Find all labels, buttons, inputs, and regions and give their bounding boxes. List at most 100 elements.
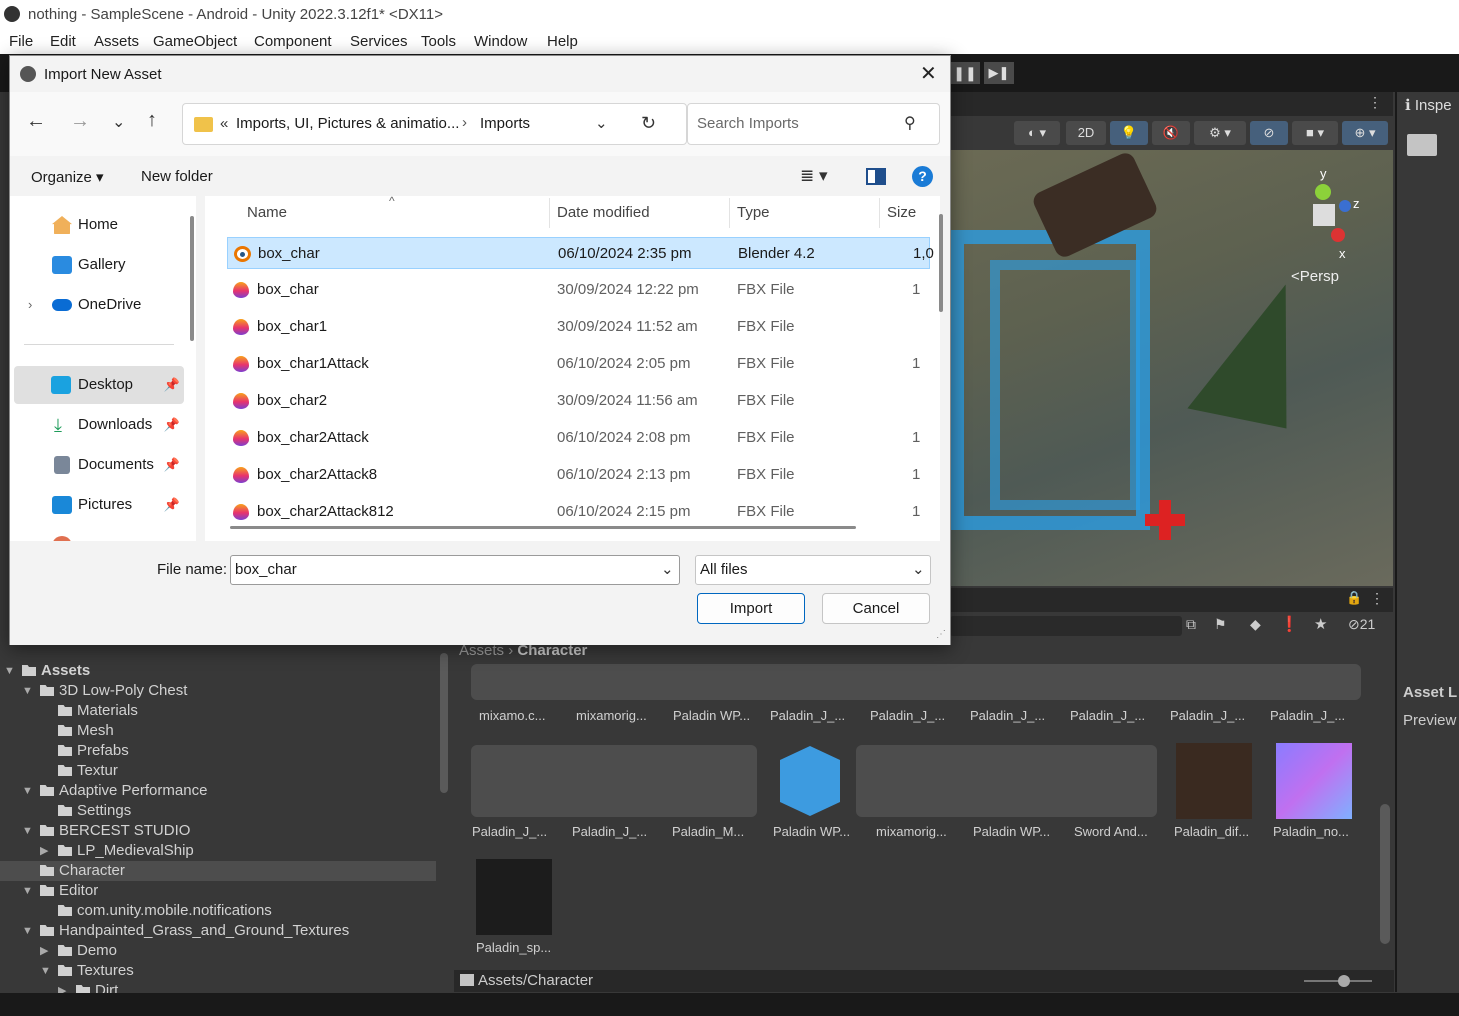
audio-toggle-icon[interactable]: 🔇 bbox=[1152, 121, 1190, 145]
grid-scrollbar-thumb[interactable] bbox=[1380, 804, 1390, 944]
file-row[interactable]: box_char 30/09/2024 12:22 pm FBX File 1 bbox=[227, 274, 930, 306]
inspector-tab[interactable]: ℹ Inspe bbox=[1405, 96, 1452, 114]
collapsed-arrow-icon[interactable]: ▶ bbox=[40, 841, 48, 861]
expanded-arrow-icon[interactable]: ▼ bbox=[22, 781, 33, 801]
view-options-icon[interactable]: ≣ ▾ bbox=[800, 166, 828, 186]
persp-label[interactable]: <Persp bbox=[1291, 268, 1339, 285]
menu-help[interactable]: Help bbox=[547, 33, 578, 50]
asset-item-label[interactable]: Paladin WP... bbox=[673, 708, 750, 723]
menu-tools[interactable]: Tools bbox=[421, 33, 456, 50]
lighting-toggle-icon[interactable]: 💡 bbox=[1110, 121, 1148, 145]
nav-item-home[interactable]: Home bbox=[10, 206, 184, 244]
file-row[interactable]: box_char2 30/09/2024 11:56 am FBX File bbox=[227, 385, 930, 417]
asset-item-label[interactable]: Paladin_J_... bbox=[1270, 708, 1345, 723]
project-search-input[interactable] bbox=[950, 616, 1182, 636]
expanded-arrow-icon[interactable]: ▼ bbox=[4, 661, 15, 681]
preview-header[interactable]: Preview bbox=[1403, 712, 1456, 729]
asset-item-label[interactable]: Paladin WP... bbox=[973, 824, 1050, 839]
menu-file[interactable]: File bbox=[9, 33, 33, 50]
asset-item-label[interactable]: Paladin_sp... bbox=[476, 940, 551, 955]
pin-icon[interactable]: 📌 bbox=[164, 406, 180, 444]
shading-mode-button[interactable]: ◐ ▾ bbox=[1014, 121, 1060, 145]
cancel-button[interactable]: Cancel bbox=[822, 593, 930, 624]
nav-item-onedrive[interactable]: › OneDrive bbox=[10, 286, 184, 324]
address-parent[interactable]: Imports, UI, Pictures & animatio... bbox=[236, 115, 459, 132]
folder-tree-item[interactable]: Character bbox=[0, 861, 436, 881]
hidden-packages-toggle[interactable]: ⊘21 bbox=[1348, 616, 1375, 633]
asset-item-label[interactable]: Paladin WP... bbox=[773, 824, 850, 839]
menu-gameobject[interactable]: GameObject bbox=[153, 33, 237, 50]
new-folder-button[interactable]: New folder bbox=[141, 168, 213, 185]
asset-item-label[interactable]: Paladin_J_... bbox=[770, 708, 845, 723]
asset-item-label[interactable]: Sword And... bbox=[1074, 824, 1148, 839]
pin-icon[interactable]: 📌 bbox=[164, 366, 180, 404]
asset-item-label[interactable]: Paladin_no... bbox=[1273, 824, 1349, 839]
step-button[interactable]: ▶❚ bbox=[984, 62, 1014, 84]
favorite-star-icon[interactable]: ★ bbox=[1314, 615, 1327, 633]
menu-component[interactable]: Component bbox=[254, 33, 332, 50]
slider-thumb[interactable] bbox=[1338, 975, 1350, 987]
project-more-icon[interactable]: ⋮ bbox=[1370, 590, 1384, 607]
expanded-arrow-icon[interactable]: ▼ bbox=[22, 681, 33, 701]
gizmos-toggle-icon[interactable]: ⊕ ▾ bbox=[1342, 121, 1388, 145]
asset-item-label[interactable]: Paladin_M... bbox=[672, 824, 744, 839]
expanded-arrow-icon[interactable]: ▼ bbox=[22, 921, 33, 941]
address-current[interactable]: Imports bbox=[480, 115, 530, 132]
asset-labels-header[interactable]: Asset L bbox=[1403, 684, 1457, 701]
search-icon[interactable]: ⚲ bbox=[904, 113, 916, 133]
warning-icon[interactable]: ❗ bbox=[1280, 615, 1299, 633]
file-row[interactable]: box_char 06/10/2024 2:35 pm Blender 4.2 1,0 bbox=[227, 237, 934, 269]
collapsed-arrow-icon[interactable]: ▶ bbox=[40, 941, 48, 961]
back-arrow-icon[interactable]: ← bbox=[26, 110, 46, 133]
up-arrow-icon[interactable]: ↑ bbox=[147, 109, 157, 132]
import-button[interactable]: Import bbox=[697, 593, 805, 624]
asset-item-label[interactable]: Paladin_J_... bbox=[472, 824, 547, 839]
file-name-dropdown-chevron-icon[interactable]: ⌄ bbox=[661, 560, 674, 578]
address-overflow[interactable]: « bbox=[220, 115, 228, 132]
file-type-chevron-icon[interactable]: ⌄ bbox=[912, 560, 925, 578]
file-row[interactable]: box_char2Attack 06/10/2024 2:08 pm FBX Fil… bbox=[227, 422, 930, 454]
search-input[interactable]: Search Imports ⚲ bbox=[687, 103, 940, 145]
column-type[interactable]: Type bbox=[737, 196, 770, 230]
folder-tree-scrollbar[interactable] bbox=[438, 645, 450, 990]
nav-item-pictures[interactable]: Pictures 📌 bbox=[10, 486, 184, 524]
help-icon[interactable]: ? bbox=[912, 166, 933, 187]
menu-window[interactable]: Window bbox=[474, 33, 527, 50]
asset-item-label[interactable]: Paladin_dif... bbox=[1174, 824, 1249, 839]
file-row[interactable]: box_char1Attack 06/10/2024 2:05 pm FBX Fil… bbox=[227, 348, 930, 380]
column-date-modified[interactable]: Date modified bbox=[557, 196, 650, 230]
resize-grip-icon[interactable]: ⋰ bbox=[936, 629, 946, 640]
pause-button[interactable]: ❚❚ bbox=[950, 62, 980, 84]
file-row[interactable]: box_char2Attack8 06/10/2024 2:13 pm FBX Fi… bbox=[227, 459, 930, 491]
asset-item-label[interactable]: Paladin_J_... bbox=[870, 708, 945, 723]
nav-scrollbar[interactable] bbox=[190, 216, 194, 341]
effects-toggle-icon[interactable]: ⚙ ▾ bbox=[1194, 121, 1246, 145]
menu-edit[interactable]: Edit bbox=[50, 33, 76, 50]
camera-settings-icon[interactable]: ■ ▾ bbox=[1292, 121, 1338, 145]
close-icon[interactable]: ✕ bbox=[920, 61, 937, 86]
expanded-arrow-icon[interactable]: ▼ bbox=[22, 881, 33, 901]
pin-icon[interactable]: 📌 bbox=[164, 446, 180, 484]
file-type-select[interactable]: All files ⌄ bbox=[695, 555, 931, 585]
refresh-icon[interactable]: ↻ bbox=[641, 113, 656, 134]
expand-chevron-icon[interactable]: › bbox=[28, 286, 32, 324]
column-name[interactable]: Name bbox=[247, 196, 287, 230]
file-list-h-scrollbar[interactable] bbox=[230, 526, 856, 529]
nav-item-downloads[interactable]: ⤓ Downloads 📌 bbox=[10, 406, 184, 444]
address-bar[interactable]: « Imports, UI, Pictures & animatio... › … bbox=[182, 103, 687, 145]
hidden-objects-icon[interactable]: ⊘ bbox=[1250, 121, 1288, 145]
file-row[interactable]: box_char2Attack812 06/10/2024 2:15 pm FBX … bbox=[227, 496, 930, 528]
search-by-type-icon[interactable]: ⧉ bbox=[1186, 616, 1196, 633]
nav-item-documents[interactable]: Documents 📌 bbox=[10, 446, 184, 484]
asset-item-label[interactable]: mixamo.c... bbox=[479, 708, 545, 723]
forward-arrow-icon[interactable]: → bbox=[70, 110, 90, 133]
nav-item-gallery[interactable]: Gallery bbox=[10, 246, 184, 284]
menu-services[interactable]: Services bbox=[350, 33, 408, 50]
asset-item-label[interactable]: Paladin_J_... bbox=[572, 824, 647, 839]
search-by-label-icon[interactable]: ⚑ bbox=[1214, 616, 1227, 633]
file-list-v-scrollbar[interactable] bbox=[939, 214, 943, 312]
toggle-2d-button[interactable]: 2D bbox=[1066, 121, 1106, 145]
expanded-arrow-icon[interactable]: ▼ bbox=[40, 961, 51, 981]
recent-locations-chevron-icon[interactable]: ⌄ bbox=[112, 112, 125, 132]
expanded-arrow-icon[interactable]: ▼ bbox=[22, 821, 33, 841]
